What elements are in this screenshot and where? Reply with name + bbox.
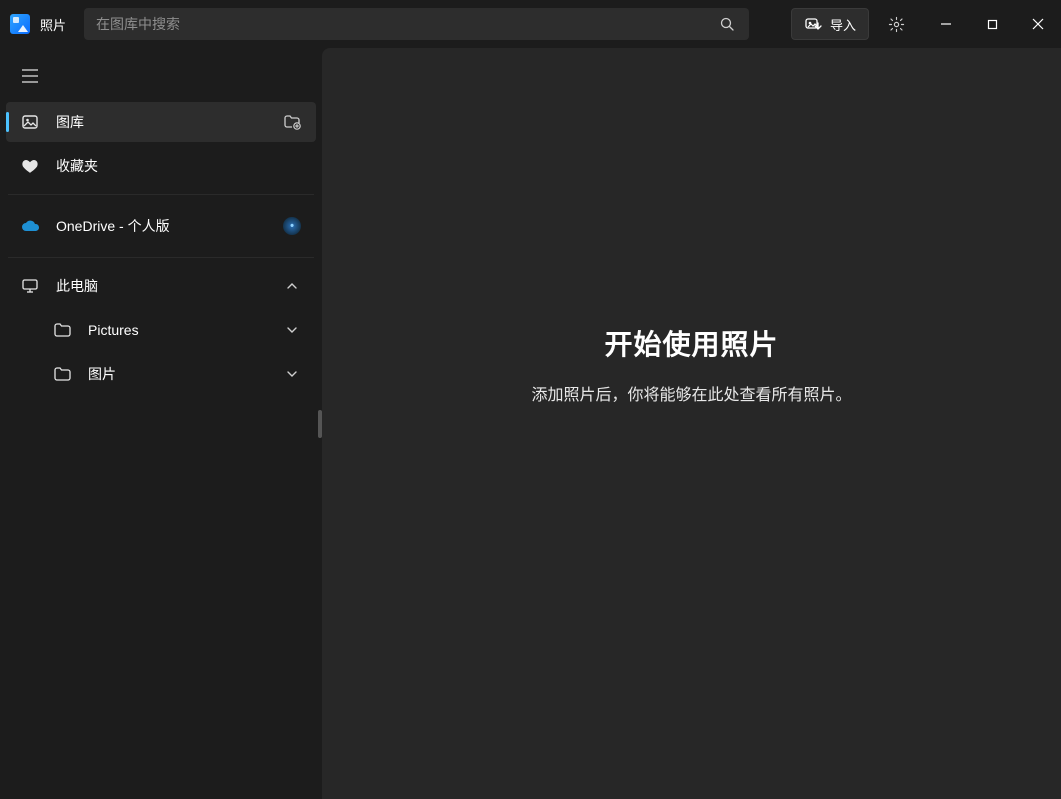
empty-state-subtitle: 添加照片后，你将能够在此处查看所有照片。 xyxy=(531,381,851,405)
folder-icon xyxy=(52,322,72,338)
import-label: 导入 xyxy=(830,15,856,34)
app-body: 图库 收藏夹 xyxy=(0,48,1061,799)
search-icon[interactable] xyxy=(713,10,741,38)
minimize-button[interactable] xyxy=(923,8,969,40)
app-icon xyxy=(10,14,30,34)
search-input[interactable] xyxy=(96,16,713,32)
empty-state-title: 开始使用照片 xyxy=(604,323,778,363)
sidebar-item-pictures-cn[interactable]: 图片 xyxy=(6,354,316,394)
gear-icon xyxy=(888,16,905,33)
sidebar-item-onedrive[interactable]: OneDrive - 个人版 • xyxy=(6,203,316,249)
add-folder-icon[interactable] xyxy=(280,113,304,131)
onedrive-icon xyxy=(20,219,40,233)
chevron-up-icon[interactable] xyxy=(280,280,304,292)
sidebar-item-gallery[interactable]: 图库 xyxy=(6,102,316,142)
close-button[interactable] xyxy=(1015,8,1061,40)
sidebar-divider xyxy=(8,257,314,258)
sidebar-divider xyxy=(8,194,314,195)
computer-icon xyxy=(20,277,40,295)
import-button[interactable]: 导入 xyxy=(791,8,869,40)
sidebar-item-favorites[interactable]: 收藏夹 xyxy=(6,146,316,186)
heart-icon xyxy=(20,157,40,175)
sidebar-item-label: OneDrive - 个人版 xyxy=(56,216,264,236)
sidebar-item-label: Pictures xyxy=(88,322,264,338)
sidebar-item-label: 此电脑 xyxy=(56,276,264,296)
import-icon xyxy=(804,15,822,33)
sidebar-item-label: 收藏夹 xyxy=(56,156,304,176)
titlebar: 照片 导入 xyxy=(0,0,1061,48)
sidebar: 图库 收藏夹 xyxy=(0,48,322,799)
maximize-button[interactable] xyxy=(969,8,1015,40)
split-handle[interactable] xyxy=(318,410,322,438)
sidebar-item-label: 图片 xyxy=(88,364,264,384)
content-area: 开始使用照片 添加照片后，你将能够在此处查看所有照片。 xyxy=(322,48,1061,799)
search-box[interactable] xyxy=(84,8,749,40)
sidebar-item-label: 图库 xyxy=(56,112,264,132)
hamburger-icon xyxy=(22,69,38,83)
folder-icon xyxy=(52,366,72,382)
app-title: 照片 xyxy=(40,15,66,34)
chevron-down-icon[interactable] xyxy=(280,368,304,380)
chevron-down-icon[interactable] xyxy=(280,324,304,336)
gallery-icon xyxy=(20,113,40,131)
sidebar-item-pictures[interactable]: Pictures xyxy=(6,310,316,350)
sync-status-icon: • xyxy=(280,217,304,235)
settings-button[interactable] xyxy=(873,8,919,40)
window-controls xyxy=(923,8,1061,40)
hamburger-button[interactable] xyxy=(10,58,50,94)
sidebar-item-thispc[interactable]: 此电脑 xyxy=(6,266,316,306)
